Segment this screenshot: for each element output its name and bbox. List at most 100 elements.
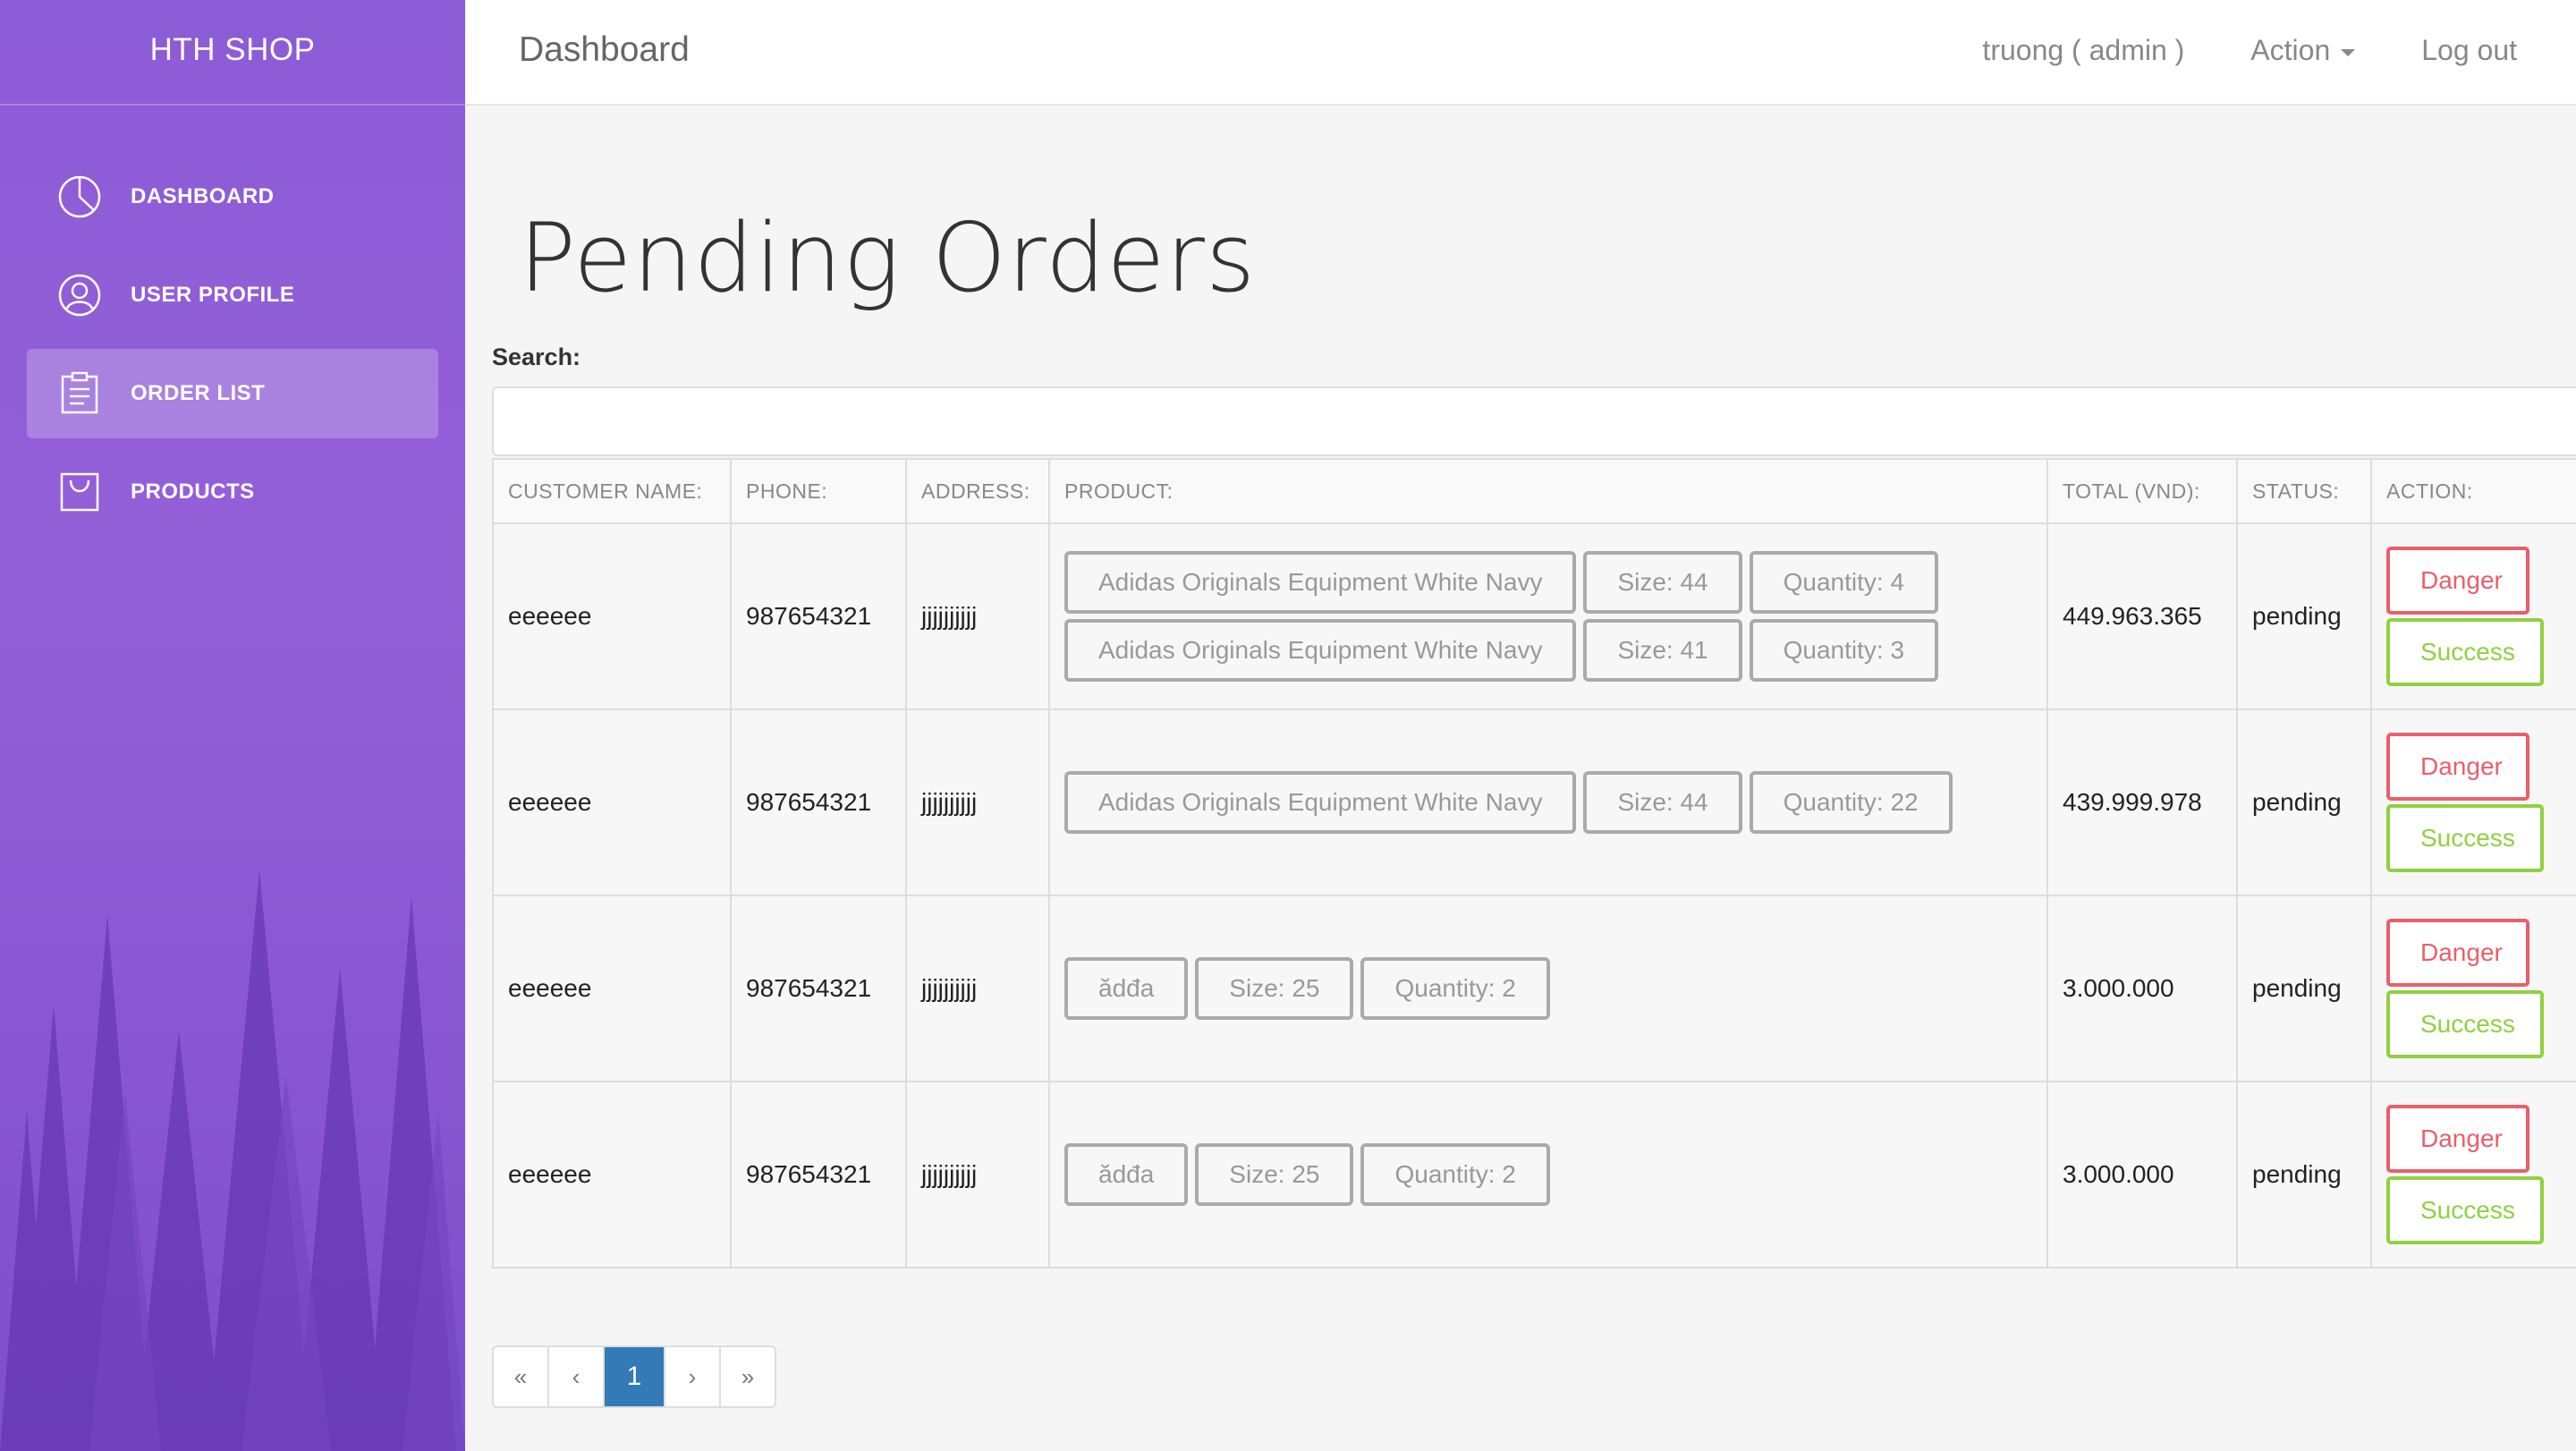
danger-button[interactable]: Danger [2386,1105,2529,1173]
product-line: Adidas Originals Equipment White Navy Si… [1064,619,2032,682]
address-cell: jjjjjjjjjj [905,709,1050,896]
bag-icon [57,470,102,514]
sidebar-item-label: USER PROFILE [131,283,295,307]
status-cell: pending [2236,709,2372,896]
top-navbar: Dashboard truong ( admin ) Action Log ou… [465,0,2576,106]
last-page-button[interactable]: » [721,1347,775,1406]
table-header-row: CUSTOMER NAME: PHONE: ADDRESS: PRODUCT: … [492,458,2576,524]
clipboard-icon [57,371,102,416]
column-header: STATUS: [2236,458,2372,524]
product-line: ădđa Size: 25 Quantity: 2 [1064,957,2032,1020]
danger-button[interactable]: Danger [2386,547,2529,615]
pagination: « ‹ 1 › » [492,1345,776,1408]
first-page-button[interactable]: « [494,1347,549,1406]
success-button[interactable]: Success [2386,618,2544,686]
product-line: Adidas Originals Equipment White Navy Si… [1064,771,2032,834]
product-size-button[interactable]: Size: 25 [1195,1143,1354,1206]
customer-cell: eeeeee [492,1081,732,1269]
sidebar-item-products[interactable]: PRODUCTS [27,447,438,537]
product-size-button[interactable]: Size: 25 [1195,957,1354,1020]
product-size-button[interactable]: Size: 41 [1583,619,1742,682]
action-label: Action [2250,34,2331,66]
user-menu-link[interactable]: truong ( admin ) [1982,0,2184,100]
phone-cell: 987654321 [730,522,907,710]
sidebar: HTH SHOP DASHBOARD USER PROFILE ORDER LI… [0,0,465,1451]
product-cell: Adidas Originals Equipment White Navy Si… [1048,522,2048,710]
success-button[interactable]: Success [2386,1176,2544,1244]
customer-cell: eeeeee [492,522,732,710]
status-cell: pending [2236,1081,2372,1269]
column-header: PRODUCT: [1048,458,2048,524]
table-row: eeeeee 987654321 jjjjjjjjjj ădđa Size: 2… [492,895,2576,1082]
danger-button[interactable]: Danger [2386,919,2529,987]
column-header: PHONE: [730,458,907,524]
action-cell: Danger Success [2370,1081,2576,1269]
phone-cell: 987654321 [730,709,907,896]
sidebar-item-dashboard[interactable]: DASHBOARD [27,152,438,242]
customer-cell: eeeeee [492,895,732,1082]
product-line: Adidas Originals Equipment White Navy Si… [1064,551,2032,614]
sidebar-item-user-profile[interactable]: USER PROFILE [27,250,438,340]
action-cell: Danger Success [2370,895,2576,1082]
product-name-button[interactable]: ădđa [1064,1143,1189,1206]
sidebar-nav: DASHBOARD USER PROFILE ORDER LIST PRODUC… [0,152,465,537]
product-size-button[interactable]: Size: 44 [1583,771,1742,834]
caret-down-icon [2341,48,2356,56]
column-header: TOTAL (VND): [2046,458,2238,524]
total-cell: 439.999.978 [2046,709,2238,896]
product-cell: ădđa Size: 25 Quantity: 2 [1048,1081,2048,1269]
page-number-button[interactable]: 1 [605,1347,665,1406]
total-cell: 449.963.365 [2046,522,2238,710]
search-label: Search: [492,344,581,370]
prev-page-button[interactable]: ‹ [549,1347,605,1406]
table-row: eeeeee 987654321 jjjjjjjjjj ădđa Size: 2… [492,1081,2576,1269]
phone-cell: 987654321 [730,1081,907,1269]
status-cell: pending [2236,522,2372,710]
address-cell: jjjjjjjjjj [905,522,1050,710]
address-cell: jjjjjjjjjj [905,1081,1050,1269]
product-quantity-button[interactable]: Quantity: 3 [1749,619,1939,682]
page-title: Pending Orders [519,203,1257,313]
product-cell: ădđa Size: 25 Quantity: 2 [1048,895,2048,1082]
total-cell: 3.000.000 [2046,1081,2238,1269]
sidebar-item-label: DASHBOARD [131,184,275,208]
column-header: ADDRESS: [905,458,1050,524]
logout-link[interactable]: Log out [2421,0,2517,100]
sidebar-item-label: PRODUCTS [131,479,255,504]
total-cell: 3.000.000 [2046,895,2238,1082]
user-icon [57,273,102,318]
action-dropdown[interactable]: Action [2250,0,2356,100]
customer-cell: eeeeee [492,709,732,896]
product-quantity-button[interactable]: Quantity: 2 [1360,1143,1550,1206]
product-line: ădđa Size: 25 Quantity: 2 [1064,1143,2032,1206]
column-header: ACTION: [2370,458,2576,524]
success-button[interactable]: Success [2386,804,2544,872]
brand-title[interactable]: HTH SHOP [0,0,465,106]
sidebar-item-label: ORDER LIST [131,381,266,405]
table-row: eeeeee 987654321 jjjjjjjjjj Adidas Origi… [492,522,2576,710]
product-cell: Adidas Originals Equipment White Navy Si… [1048,709,2048,896]
navbar-title[interactable]: Dashboard [519,0,690,100]
product-name-button[interactable]: ădđa [1064,957,1189,1020]
status-cell: pending [2236,895,2372,1082]
product-quantity-button[interactable]: Quantity: 4 [1749,551,1939,614]
search-input[interactable] [492,386,2576,456]
product-quantity-button[interactable]: Quantity: 22 [1749,771,1953,834]
sidebar-item-order-list[interactable]: ORDER LIST [27,349,438,438]
orders-table: CUSTOMER NAME: PHONE: ADDRESS: PRODUCT: … [492,458,2576,1269]
phone-cell: 987654321 [730,895,907,1082]
action-cell: Danger Success [2370,522,2576,710]
product-name-button[interactable]: Adidas Originals Equipment White Navy [1064,551,1577,614]
address-cell: jjjjjjjjjj [905,895,1050,1082]
success-button[interactable]: Success [2386,990,2544,1058]
product-quantity-button[interactable]: Quantity: 2 [1360,957,1550,1020]
product-size-button[interactable]: Size: 44 [1583,551,1742,614]
pie-chart-icon [57,174,102,219]
product-name-button[interactable]: Adidas Originals Equipment White Navy [1064,619,1577,682]
action-cell: Danger Success [2370,709,2576,896]
product-name-button[interactable]: Adidas Originals Equipment White Navy [1064,771,1577,834]
next-page-button[interactable]: › [665,1347,721,1406]
danger-button[interactable]: Danger [2386,733,2529,801]
table-row: eeeeee 987654321 jjjjjjjjjj Adidas Origi… [492,709,2576,896]
column-header: CUSTOMER NAME: [492,458,732,524]
